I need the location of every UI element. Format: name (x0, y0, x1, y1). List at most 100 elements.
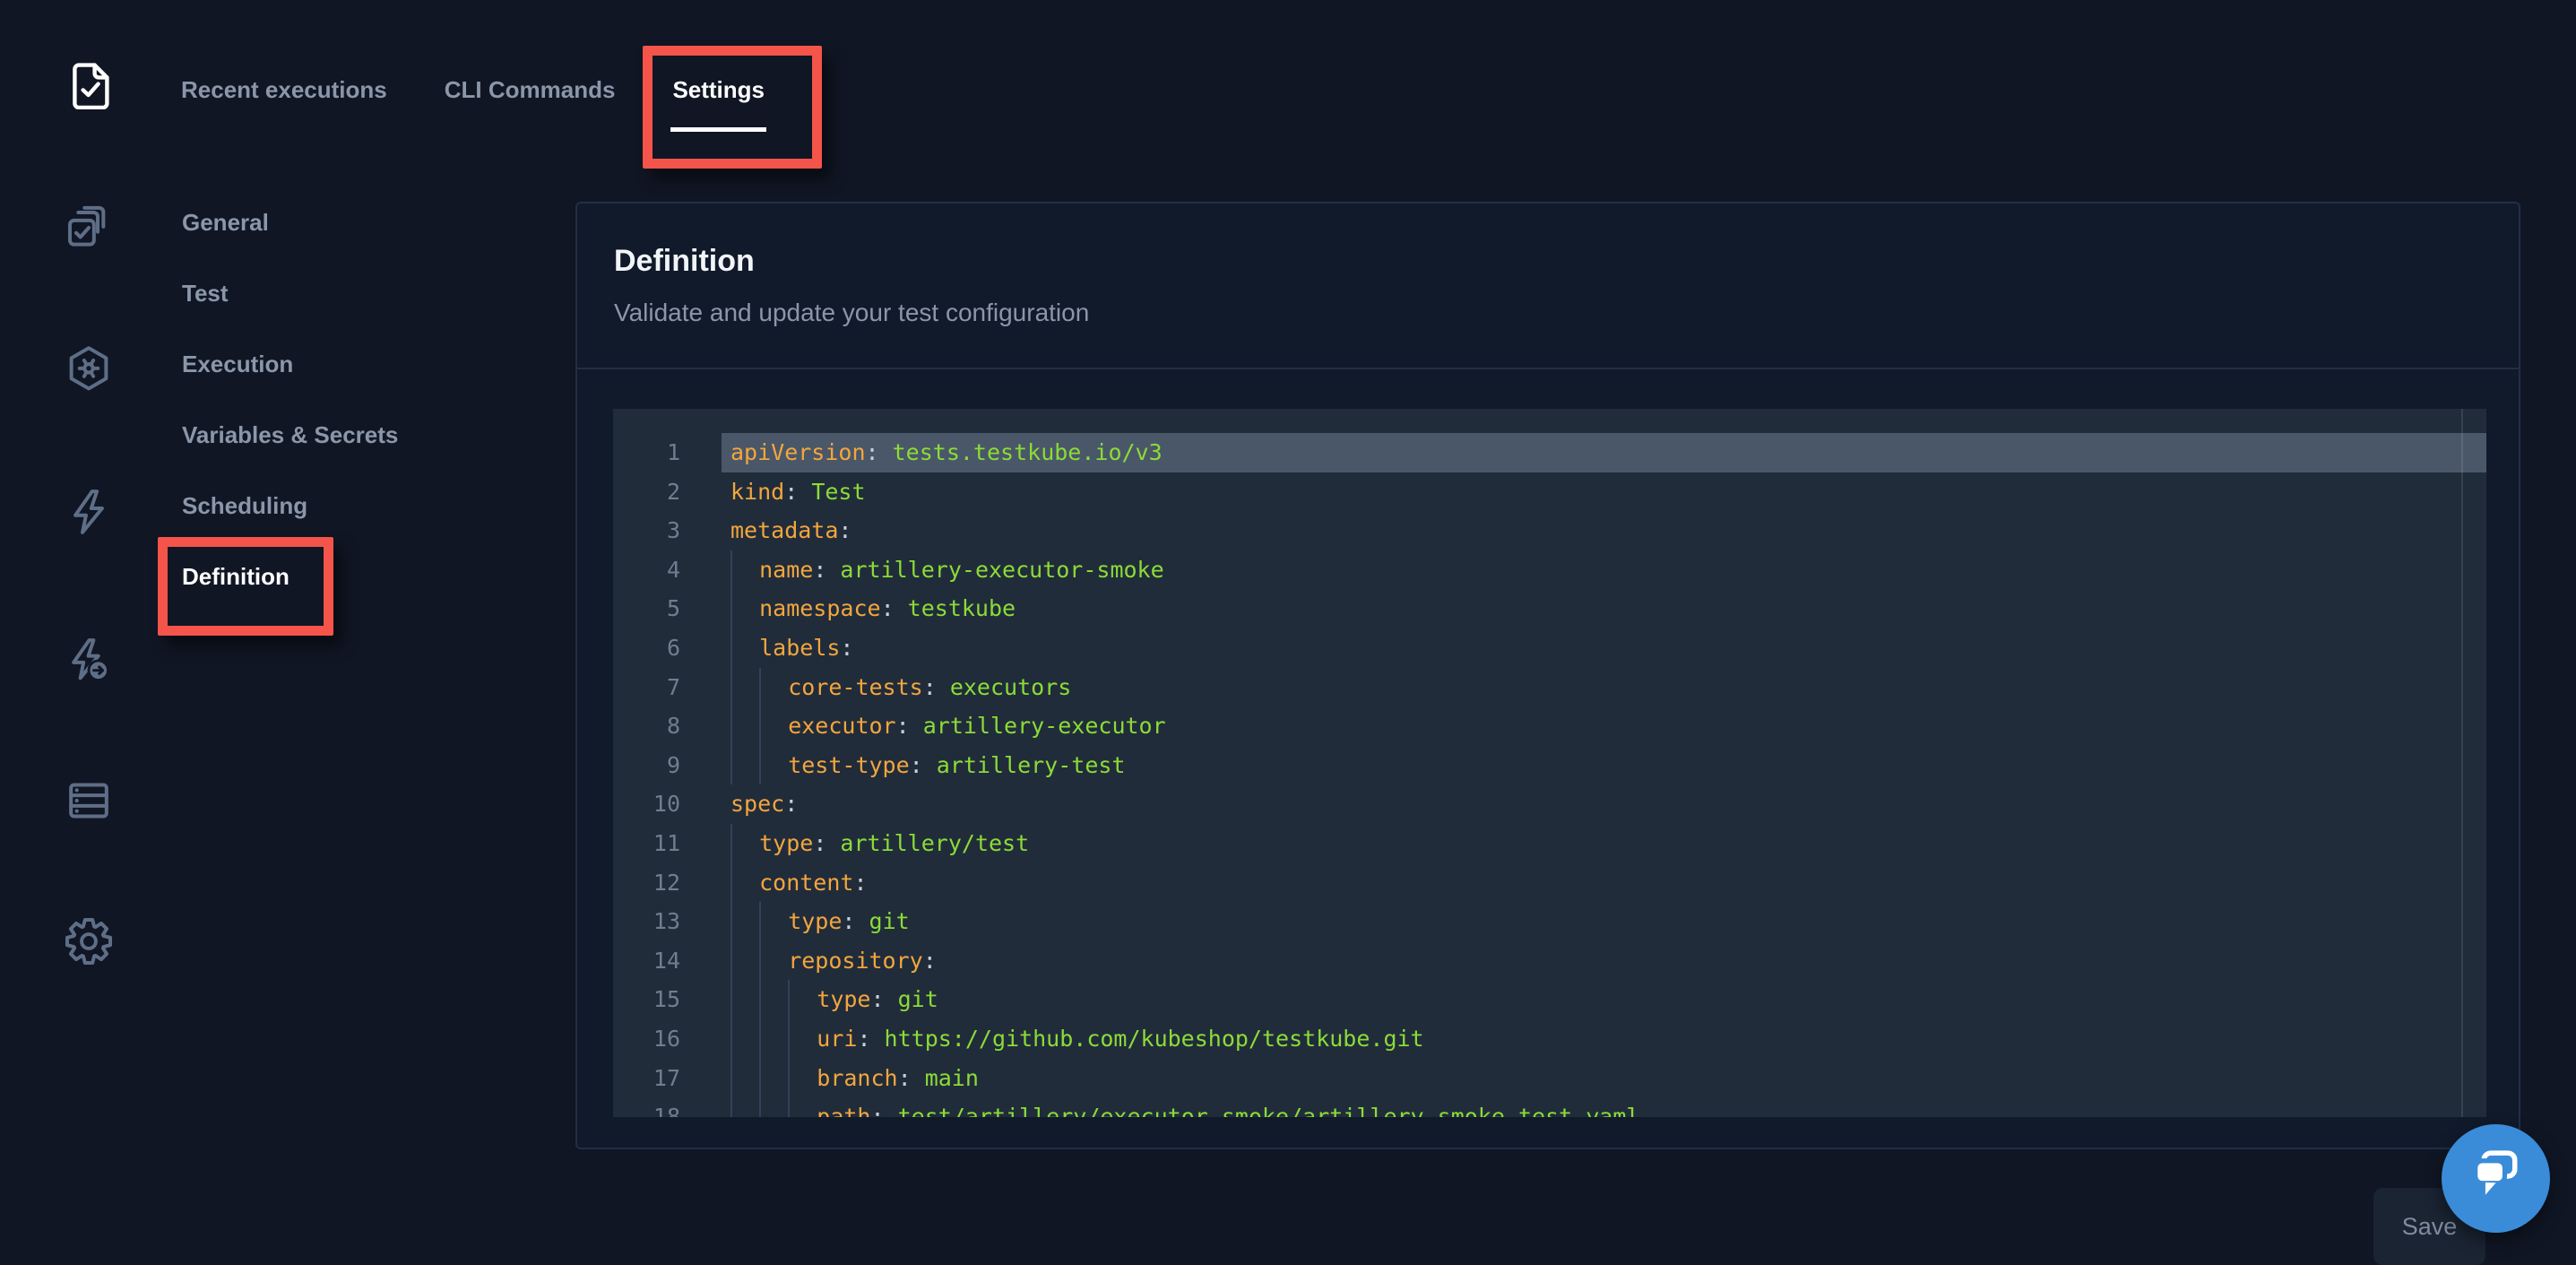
line-number: 12 (613, 863, 722, 903)
menu-item-test[interactable]: Test (182, 282, 398, 305)
yaml-colon: : (910, 746, 923, 785)
yaml-value: git (855, 902, 909, 941)
indent-guide (759, 1019, 788, 1059)
menu-item-general[interactable]: General (182, 211, 398, 234)
code-line[interactable]: 3metadata: (613, 511, 2486, 550)
yaml-colon: : (871, 1097, 885, 1117)
indent-guide (730, 1059, 759, 1098)
code-line[interactable]: 15type: git (613, 980, 2486, 1019)
menu-item-definition[interactable]: Definition (182, 565, 398, 588)
line-number: 2 (613, 472, 722, 512)
indent-guide (730, 706, 759, 746)
settings-gear-icon[interactable] (64, 916, 114, 966)
yaml-key: spec (730, 784, 784, 824)
indent-guide (730, 1019, 759, 1059)
indent-guide (730, 902, 759, 941)
yaml-colon: : (857, 1019, 870, 1059)
code-content: content: (722, 863, 2486, 903)
yaml-value: artillery-executor (910, 706, 1166, 746)
indent-guide (759, 746, 788, 785)
yaml-key: apiVersion (730, 433, 866, 472)
line-number: 1 (613, 433, 722, 472)
line-number: 4 (613, 550, 722, 590)
sources-icon[interactable] (64, 775, 114, 826)
code-content: type: git (722, 902, 2486, 941)
yaml-value: https://github.com/kubeshop/testkube.git (871, 1019, 1424, 1059)
editor-scrollbar[interactable] (2461, 409, 2486, 1117)
code-line[interactable]: 8executor: artillery-executor (613, 706, 2486, 746)
code-line[interactable]: 14repository: (613, 941, 2486, 981)
panel-title: Definition (614, 243, 2519, 279)
yaml-colon: : (838, 511, 851, 550)
code-line[interactable]: 13type: git (613, 902, 2486, 941)
tab-cli-commands[interactable]: CLI Commands (445, 78, 616, 101)
yaml-colon: : (784, 472, 798, 512)
line-number: 17 (613, 1059, 722, 1098)
tests-icon[interactable] (64, 203, 114, 253)
line-number: 7 (613, 668, 722, 707)
yaml-key: name (759, 550, 813, 590)
code-line[interactable]: 1apiVersion: tests.testkube.io/v3 (613, 433, 2486, 472)
indent-guide (730, 941, 759, 981)
code-line[interactable]: 2kind: Test (613, 472, 2486, 512)
code-content: core-tests: executors (722, 668, 2486, 707)
yaml-value: test/artillery/executor-smoke/artillery-… (885, 1097, 1640, 1117)
yaml-editor[interactable]: 1apiVersion: tests.testkube.io/v32kind: … (613, 409, 2486, 1117)
definition-panel: Definition Validate and update your test… (575, 202, 2520, 1149)
yaml-key: kind (730, 472, 784, 512)
line-number: 15 (613, 980, 722, 1019)
code-content: executor: artillery-executor (722, 706, 2486, 746)
yaml-value: main (912, 1059, 979, 1098)
indent-guide (730, 550, 759, 590)
yaml-key: path (817, 1097, 870, 1117)
code-line[interactable]: 17branch: main (613, 1059, 2486, 1098)
webhooks-icon[interactable] (64, 636, 114, 686)
code-line[interactable]: 9test-type: artillery-test (613, 746, 2486, 785)
code-content: test-type: artillery-test (722, 746, 2486, 785)
code-content: path: test/artillery/executor-smoke/arti… (722, 1097, 2486, 1117)
code-line[interactable]: 12content: (613, 863, 2486, 903)
code-content: labels: (722, 628, 2486, 668)
panel-subtitle: Validate and update your test configurat… (614, 299, 2519, 327)
code-content: type: git (722, 980, 2486, 1019)
code-content: type: artillery/test (722, 824, 2486, 863)
line-number: 10 (613, 784, 722, 824)
chat-bubbles-icon (2462, 1142, 2530, 1215)
yaml-colon: : (866, 433, 879, 472)
yaml-value: git (885, 980, 938, 1019)
line-number: 11 (613, 824, 722, 863)
indent-guide (788, 1059, 817, 1098)
line-number: 8 (613, 706, 722, 746)
yaml-value: Test (798, 472, 865, 512)
yaml-key: type (817, 980, 870, 1019)
indent-guide (759, 941, 788, 981)
yaml-key: executor (788, 706, 895, 746)
code-lines: 1apiVersion: tests.testkube.io/v32kind: … (613, 409, 2486, 1117)
code-line[interactable]: 4name: artillery-executor-smoke (613, 550, 2486, 590)
code-line[interactable]: 5namespace: testkube (613, 589, 2486, 628)
chat-launcher-button[interactable] (2442, 1124, 2550, 1233)
tab-recent-executions[interactable]: Recent executions (181, 78, 387, 101)
code-content: branch: main (722, 1059, 2486, 1098)
code-line[interactable]: 16uri: https://github.com/kubeshop/testk… (613, 1019, 2486, 1059)
tab-settings[interactable]: Settings (672, 78, 765, 101)
code-line[interactable]: 18path: test/artillery/executor-smoke/ar… (613, 1097, 2486, 1117)
code-line[interactable]: 6labels: (613, 628, 2486, 668)
yaml-colon: : (923, 941, 937, 981)
yaml-key: labels (759, 628, 840, 668)
executors-icon[interactable] (64, 344, 114, 394)
indent-guide (759, 706, 788, 746)
code-line[interactable]: 7core-tests: executors (613, 668, 2486, 707)
menu-item-variables-secrets[interactable]: Variables & Secrets (182, 423, 398, 446)
code-line[interactable]: 10spec: (613, 784, 2486, 824)
menu-item-execution[interactable]: Execution (182, 352, 398, 376)
panel-header: Definition Validate and update your test… (577, 204, 2519, 369)
code-line[interactable]: 11type: artillery/test (613, 824, 2486, 863)
code-content: kind: Test (722, 472, 2486, 512)
yaml-colon: : (898, 1059, 912, 1098)
line-number: 5 (613, 589, 722, 628)
triggers-icon[interactable] (64, 487, 114, 537)
menu-item-scheduling[interactable]: Scheduling (182, 494, 398, 517)
code-content: uri: https://github.com/kubeshop/testkub… (722, 1019, 2486, 1059)
yaml-colon: : (784, 784, 798, 824)
